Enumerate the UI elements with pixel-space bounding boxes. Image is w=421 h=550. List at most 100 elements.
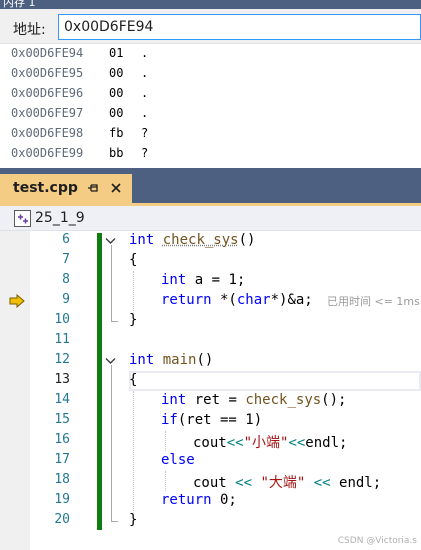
next-statement-arrow-icon [9,294,25,308]
code-line: 18 cout << "大端" << endl; [0,471,421,491]
code-token: endl; [330,475,382,491]
memory-address: 0x00D6FE94 [11,46,84,60]
operator: << [235,475,253,491]
current-line-highlight [129,371,421,391]
memory-ascii-value: . [141,46,149,60]
code-text: int ret = check_sys(); [161,392,346,408]
code-text: cout << "大端" << endl; [193,472,381,492]
code-line: 10 } [0,311,421,331]
code-text: int a = 1; [161,272,245,288]
line-number: 20 [54,512,70,527]
code-line-caret: 13 { [0,371,421,391]
code-text: return *(char*)&a; [161,292,313,308]
project-icon [14,210,31,227]
keyword: int [129,352,155,368]
code-line: 12 int main() [0,351,421,371]
memory-rows: 0x00D6FE94 01 . 0x00D6FE95 00 . 0x00D6FE… [0,44,421,168]
code-token: *)&a; [270,292,313,308]
perf-tip[interactable]: 已用时间 <= 1ms [327,293,420,309]
memory-window-title-bar: 内存 1 [0,0,421,9]
memory-ascii-value: ? [141,146,149,160]
keyword: int [161,272,187,288]
memory-hex-value: bb [109,146,124,160]
code-token: cout [193,435,227,451]
line-number: 14 [54,392,70,407]
code-text: { [129,372,138,388]
operator: << [313,475,331,491]
line-number: 13 [54,372,70,387]
keyword: int [129,232,155,248]
memory-address: 0x00D6FE99 [11,146,84,160]
close-icon[interactable] [109,181,123,195]
keyword: char [236,292,271,308]
memory-row: 0x00D6FE96 00 . [0,84,421,104]
address-label: 地址: [13,22,46,38]
tab-test-cpp[interactable]: test.cpp [0,174,132,203]
pin-icon[interactable] [87,182,99,194]
code-token: 0; [211,492,237,508]
code-token: () [238,232,256,248]
memory-hex-value: 00 [109,86,124,100]
code-line: 15 if(ret == 1) [0,411,421,431]
keyword: if [161,412,178,428]
operator: << [288,435,306,451]
line-number: 6 [62,232,70,247]
code-line: 17 else [0,451,421,471]
tab-label: test.cpp [13,180,78,196]
code-text: { [129,252,138,268]
code-text: } [129,312,138,328]
address-input[interactable]: 0x00D6FE94 [58,14,421,40]
string-literal: "小端" [243,435,289,451]
code-text: int main() [129,352,213,368]
code-line-current-statement: 9 return *(char*)&a; 已用时间 <= 1ms [0,291,421,311]
code-token: () [196,352,214,368]
code-token: a = 1; [186,272,246,288]
line-number: 9 [62,292,70,307]
memory-ascii-value: . [141,86,149,100]
code-text: return 0; [161,492,237,508]
line-number: 17 [54,452,70,467]
line-number: 7 [62,252,70,267]
code-line: 7 { [0,251,421,271]
code-text: cout<<"小端"<<endl; [193,432,347,452]
memory-ascii-value: ? [141,126,149,140]
code-line: 16 cout<<"小端"<<endl; [0,431,421,451]
memory-hex-value: 01 [109,46,124,60]
keyword: return [161,492,212,508]
chevron-down-icon[interactable] [105,237,116,245]
memory-address: 0x00D6FE98 [11,126,84,140]
memory-address-bar: 地址: 0x00D6FE94 [0,9,421,44]
function-name: check_sys [245,392,322,408]
line-number: 12 [54,352,70,367]
line-number: 16 [54,432,70,447]
code-token: (); [321,392,347,408]
keyword: else [161,452,195,468]
memory-address: 0x00D6FE96 [11,86,84,100]
code-line: 6 int check_sys() [0,231,421,251]
code-token: endl; [305,435,348,451]
project-dropdown[interactable]: 25_1_9 [35,210,85,226]
line-number: 11 [54,332,70,347]
line-number: 15 [54,412,70,427]
code-line: 19 return 0; [0,491,421,511]
code-token: (ret == 1) [177,412,263,428]
code-token: ret = [186,392,246,408]
memory-ascii-value: . [141,66,149,80]
memory-row: 0x00D6FE94 01 . [0,44,421,64]
memory-row: 0x00D6FE95 00 . [0,64,421,84]
code-token: cout [193,475,236,491]
code-text: if(ret == 1) [161,412,262,428]
chevron-down-icon[interactable] [105,357,116,365]
keyword: return [161,292,212,308]
memory-ascii-value: . [141,106,149,120]
code-editor[interactable]: 6 int check_sys() 7 { 8 int a = 1; 9 ret… [0,231,421,550]
keyword: int [161,392,187,408]
function-name: check_sys [162,232,239,248]
function-name: main [162,352,197,368]
string-literal: "大端" [252,475,314,491]
operator: << [226,435,244,451]
code-text: int check_sys() [129,232,255,248]
watermark: CSDN @Victoria.s [337,536,417,546]
editor-tab-strip: test.cpp [0,174,421,203]
memory-row: 0x00D6FE98 fb ? [0,124,421,144]
